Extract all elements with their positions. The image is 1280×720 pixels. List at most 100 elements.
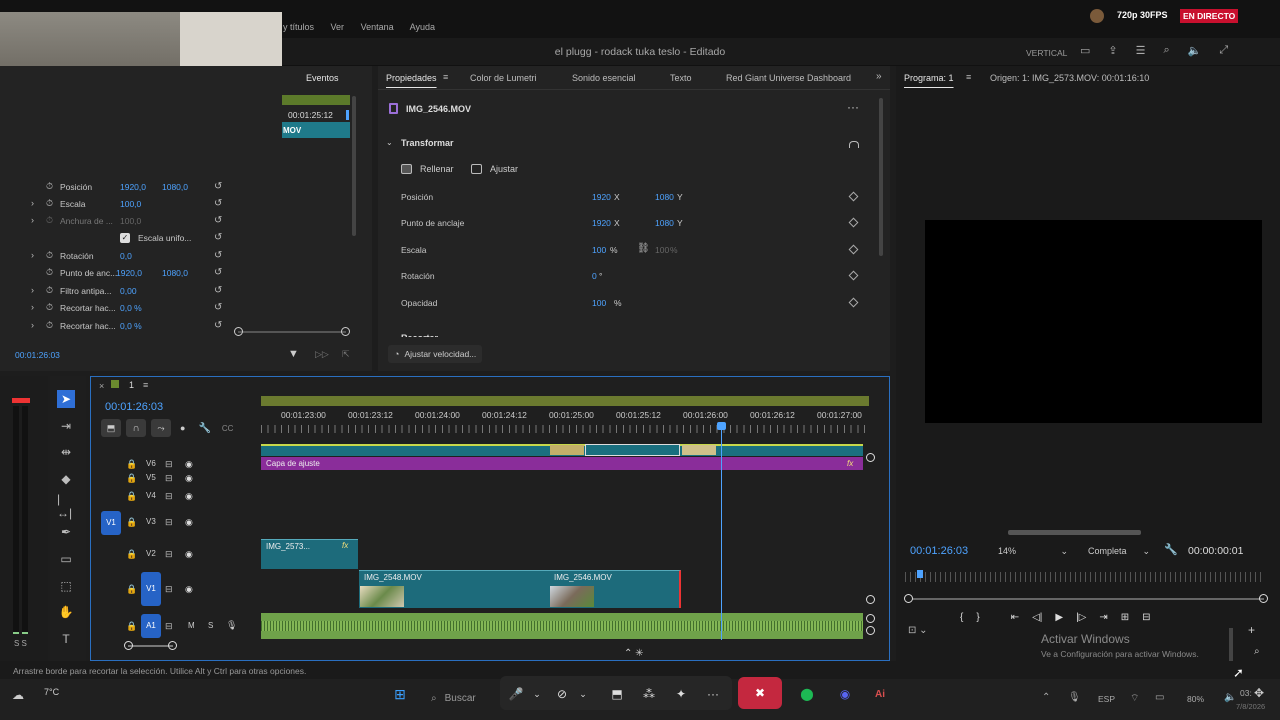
property-x-value[interactable]: 1920 xyxy=(592,218,611,228)
clock-time[interactable]: 03: xyxy=(1240,688,1252,698)
lift-icon[interactable]: ⊞ xyxy=(1121,612,1129,623)
chevron-down-icon[interactable]: ⌄ xyxy=(527,684,547,704)
export-frame-icon[interactable]: ⇱ xyxy=(342,349,350,360)
stream-controls-toggle[interactable]: ⌃ ✳ xyxy=(624,648,644,659)
timeline-hscroll-right[interactable] xyxy=(168,641,177,650)
lock-icon[interactable]: 🔒 xyxy=(126,621,137,632)
program-zoom-left[interactable] xyxy=(904,594,913,603)
wifi-icon[interactable]: ⌔ xyxy=(1130,692,1139,705)
linked-select-icon[interactable]: ⤳ xyxy=(151,419,171,437)
program-hscroll[interactable] xyxy=(1008,530,1141,535)
tray-lang[interactable]: ESP xyxy=(1098,694,1115,704)
effect-row-value[interactable]: 0,0 xyxy=(120,251,132,261)
left-zoom-handle-left[interactable] xyxy=(234,327,243,336)
property-y-value[interactable]: 1080 xyxy=(655,192,674,202)
solo-button[interactable]: S xyxy=(208,621,213,630)
menu-item[interactable]: Ventana xyxy=(361,22,394,32)
tray-volume-icon[interactable]: 🔈 xyxy=(1224,692,1236,703)
screen-share-icon[interactable]: ⬒ xyxy=(607,684,627,704)
timeline-vscroll-top[interactable] xyxy=(866,453,875,462)
app-icon-premiere[interactable]: Ai xyxy=(870,684,890,704)
timeline-playhead[interactable] xyxy=(721,426,722,640)
lock-icon[interactable]: 🔒 xyxy=(126,517,137,528)
mark-out-icon[interactable]: } xyxy=(976,612,979,623)
program-mini-ruler[interactable] xyxy=(905,572,1265,582)
go-to-in-icon[interactable]: ⇤ xyxy=(1011,612,1019,623)
more-options-icon[interactable]: ··· xyxy=(847,100,859,114)
program-zoom-bar[interactable] xyxy=(912,598,1264,600)
reset-icon[interactable]: ↺ xyxy=(214,198,222,209)
reset-icon[interactable]: ↺ xyxy=(214,267,222,278)
taskbar-search[interactable]: ⌕ Buscar xyxy=(425,686,510,710)
effect-row-value-2[interactable]: 1080,0 xyxy=(162,268,188,278)
rectangle-tool-icon[interactable]: ▭ xyxy=(57,550,75,568)
voiceover-mic-icon[interactable]: 🎙 xyxy=(226,620,237,631)
safe-margins-icon[interactable]: ⊡ ⌄ xyxy=(908,625,928,636)
uniform-scale-checkbox[interactable]: ✓ xyxy=(120,233,130,243)
effect-row-value[interactable]: 100,0 xyxy=(120,216,141,226)
type-tool-icon[interactable]: T xyxy=(57,630,75,648)
property-y-value[interactable]: 1080 xyxy=(655,218,674,228)
effect-row-value-2[interactable]: 1080,0 xyxy=(162,182,188,192)
camera-off-icon[interactable]: ⊘ xyxy=(552,684,572,704)
tab-lumetri[interactable]: Color de Lumetri xyxy=(470,66,537,90)
stopwatch-icon[interactable]: ⏱ xyxy=(46,181,53,192)
marker-icon[interactable]: ● xyxy=(180,423,185,433)
expand-chevron-icon[interactable]: › xyxy=(31,198,34,208)
eye-icon[interactable]: ◉ xyxy=(185,491,193,502)
collapse-chevron-icon[interactable]: ⌄ xyxy=(386,138,393,147)
eye-icon[interactable]: ◉ xyxy=(185,473,193,484)
zoom-select[interactable]: 14% ⌄ xyxy=(998,543,1068,559)
eye-icon[interactable]: ◉ xyxy=(185,584,193,595)
transform-tool-icon[interactable]: ⬚ xyxy=(57,577,75,595)
expand-chevron-icon[interactable]: › xyxy=(31,285,34,295)
property-x-value[interactable]: 100 xyxy=(592,298,606,308)
track-select-icon[interactable]: ⇥ xyxy=(57,417,75,435)
tray-mic-icon[interactable]: 🎙 xyxy=(1068,692,1081,703)
expand-chevron-icon[interactable]: › xyxy=(31,215,34,225)
snap-icon[interactable]: ∩ xyxy=(126,419,146,437)
fit-button[interactable]: Ajustar xyxy=(490,164,518,174)
ruler-ticks[interactable] xyxy=(261,425,869,433)
chevron-down-icon[interactable]: ⌄ xyxy=(573,684,593,704)
property-x-value[interactable]: 0 xyxy=(592,271,597,281)
playhead-handle[interactable] xyxy=(717,422,726,430)
quality-select[interactable]: Completa ⌄ xyxy=(1088,543,1150,559)
tab-sonido[interactable]: Sonido esencial xyxy=(572,66,636,90)
captions-icon[interactable]: CC xyxy=(222,424,234,433)
tab-eventos[interactable]: Eventos xyxy=(306,66,339,90)
step-forward-icon[interactable]: |▷ xyxy=(1076,612,1086,623)
adjustment-layer-clip[interactable]: Capa de ajuste xyxy=(261,457,863,470)
sync-lock-icon[interactable]: ⊟ xyxy=(165,621,173,632)
reset-icon[interactable]: ↺ xyxy=(214,232,222,243)
timeline-hscroll[interactable] xyxy=(128,645,173,647)
stopwatch-icon[interactable]: ⏱ xyxy=(46,215,53,226)
lock-icon[interactable]: 🔒 xyxy=(126,584,137,595)
tab-menu-icon[interactable]: ≡ xyxy=(443,72,448,82)
lock-icon[interactable]: 🔒 xyxy=(126,459,137,470)
audio-clip-a1[interactable] xyxy=(261,613,863,639)
tab-red-giant[interactable]: Red Giant Universe Dashboard xyxy=(726,66,851,90)
sync-lock-icon[interactable]: ⊟ xyxy=(165,584,173,595)
move-handle-icon[interactable]: ✥ xyxy=(1254,686,1264,700)
menu-item[interactable]: Ayuda xyxy=(410,22,435,32)
meter-solo-labels[interactable]: S S xyxy=(14,639,27,648)
tab-texto[interactable]: Texto xyxy=(670,66,692,90)
sync-lock-icon[interactable]: ⊟ xyxy=(165,491,173,502)
props-scrollbar[interactable] xyxy=(879,98,883,256)
lock-icon[interactable]: 🔒 xyxy=(126,549,137,560)
export-icon[interactable]: ⇪ xyxy=(1108,44,1117,60)
sequence-menu-icon[interactable]: ≡ xyxy=(143,380,148,390)
search-icon[interactable]: ⌕ xyxy=(1164,44,1170,60)
link-scale-icon[interactable]: ⛓ xyxy=(637,243,650,254)
play-icon[interactable]: ▶ xyxy=(1055,612,1063,623)
settings-wrench-icon[interactable]: 🔧 xyxy=(198,423,210,434)
filter-icon[interactable]: ▼ xyxy=(288,348,299,360)
effect-row-value[interactable]: 0,0 % xyxy=(120,321,142,331)
sync-lock-icon[interactable]: ⊟ xyxy=(165,517,173,528)
fit-icon[interactable] xyxy=(471,164,482,174)
microphone-icon[interactable]: 🎤 xyxy=(506,684,526,704)
mute-button[interactable]: M xyxy=(188,621,195,630)
tabs-overflow-icon[interactable]: » xyxy=(876,71,882,82)
go-to-out-icon[interactable]: ⇥ xyxy=(1099,612,1107,623)
